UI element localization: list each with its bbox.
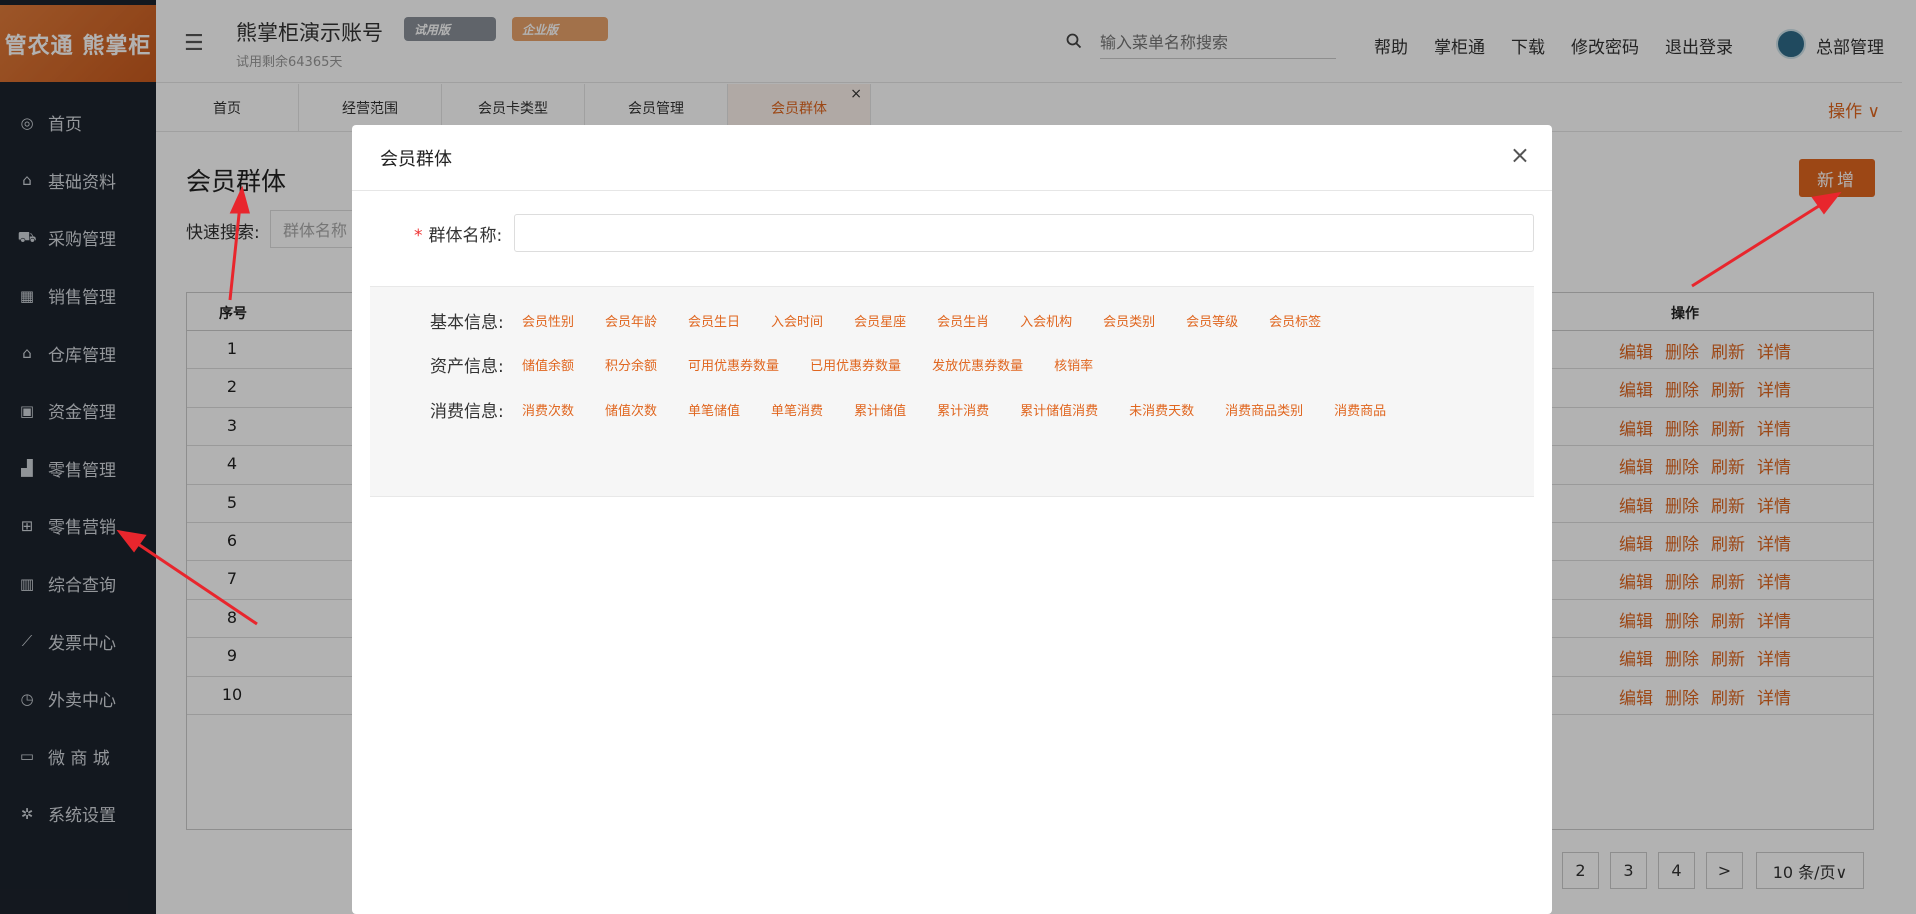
condition-chip[interactable]: 已用优惠券数量 [810, 355, 901, 374]
condition-panel: 基本信息: 会员性别 会员年龄 会员生日 入会时间 会员星座 会员生肖 入会机构 会员类别 会员等… [370, 286, 1534, 497]
condition-chip[interactable]: 消费商品类别 [1225, 400, 1303, 419]
info-group-2: 资产信息: 储值余额 积分余额 可用优惠券数量 已用优惠券数量 发放优惠券数量 核销率 [430, 352, 1124, 377]
modal-title: 会员群体 [380, 149, 452, 170]
info-group-label: 资产信息: [430, 357, 504, 377]
group-name-label-text: 群体名称: [428, 226, 503, 246]
condition-chip[interactable]: 会员生日 [688, 311, 740, 330]
condition-chip[interactable]: 积分余额 [605, 355, 657, 374]
condition-chip[interactable]: 累计消费 [937, 400, 989, 419]
condition-chip[interactable]: 发放优惠券数量 [932, 355, 1023, 374]
condition-chip[interactable]: 累计储值 [854, 400, 906, 419]
condition-chip[interactable]: 会员性别 [522, 311, 574, 330]
condition-chip[interactable]: 会员标签 [1269, 311, 1321, 330]
condition-chip[interactable]: 消费次数 [522, 400, 574, 419]
info-group-label: 基本信息: [430, 313, 504, 333]
condition-chip[interactable]: 入会时间 [771, 311, 823, 330]
group-name-label: * 群体名称: [414, 221, 502, 246]
condition-chip[interactable]: 入会机构 [1020, 311, 1072, 330]
condition-chip[interactable]: 未消费天数 [1129, 400, 1194, 419]
condition-chip[interactable]: 消费商品 [1334, 400, 1386, 419]
condition-chip[interactable]: 储值余额 [522, 355, 574, 374]
condition-chip[interactable]: 会员类别 [1103, 311, 1155, 330]
condition-chip[interactable]: 单笔储值 [688, 400, 740, 419]
condition-chip[interactable]: 会员星座 [854, 311, 906, 330]
group-name-input[interactable] [514, 214, 1534, 252]
condition-chip[interactable]: 单笔消费 [771, 400, 823, 419]
group-modal: 会员群体 × * 群体名称: 基本信息: 会员性别 会员年龄 会员生日 入会时间 会员星座 会… [352, 125, 1552, 914]
condition-chip[interactable]: 储值次数 [605, 400, 657, 419]
info-group-label: 消费信息: [430, 402, 504, 422]
condition-chip[interactable]: 累计储值消费 [1020, 400, 1098, 419]
info-group-3: 消费信息: 消费次数 储值次数 单笔储值 单笔消费 累计储值 累计消费 累计储值消费 未消费天数… [430, 397, 1417, 422]
modal-header: 会员群体 × [352, 125, 1552, 191]
condition-chip[interactable]: 可用优惠券数量 [688, 355, 779, 374]
condition-chip[interactable]: 会员年龄 [605, 311, 657, 330]
condition-chip[interactable]: 会员生肖 [937, 311, 989, 330]
required-mark: * [414, 226, 423, 246]
condition-chip[interactable]: 核销率 [1054, 355, 1093, 374]
condition-chip[interactable]: 会员等级 [1186, 311, 1238, 330]
close-icon[interactable]: × [1510, 141, 1530, 169]
info-group-1: 基本信息: 会员性别 会员年龄 会员生日 入会时间 会员星座 会员生肖 入会机构 会员类别 会员等… [430, 308, 1352, 333]
